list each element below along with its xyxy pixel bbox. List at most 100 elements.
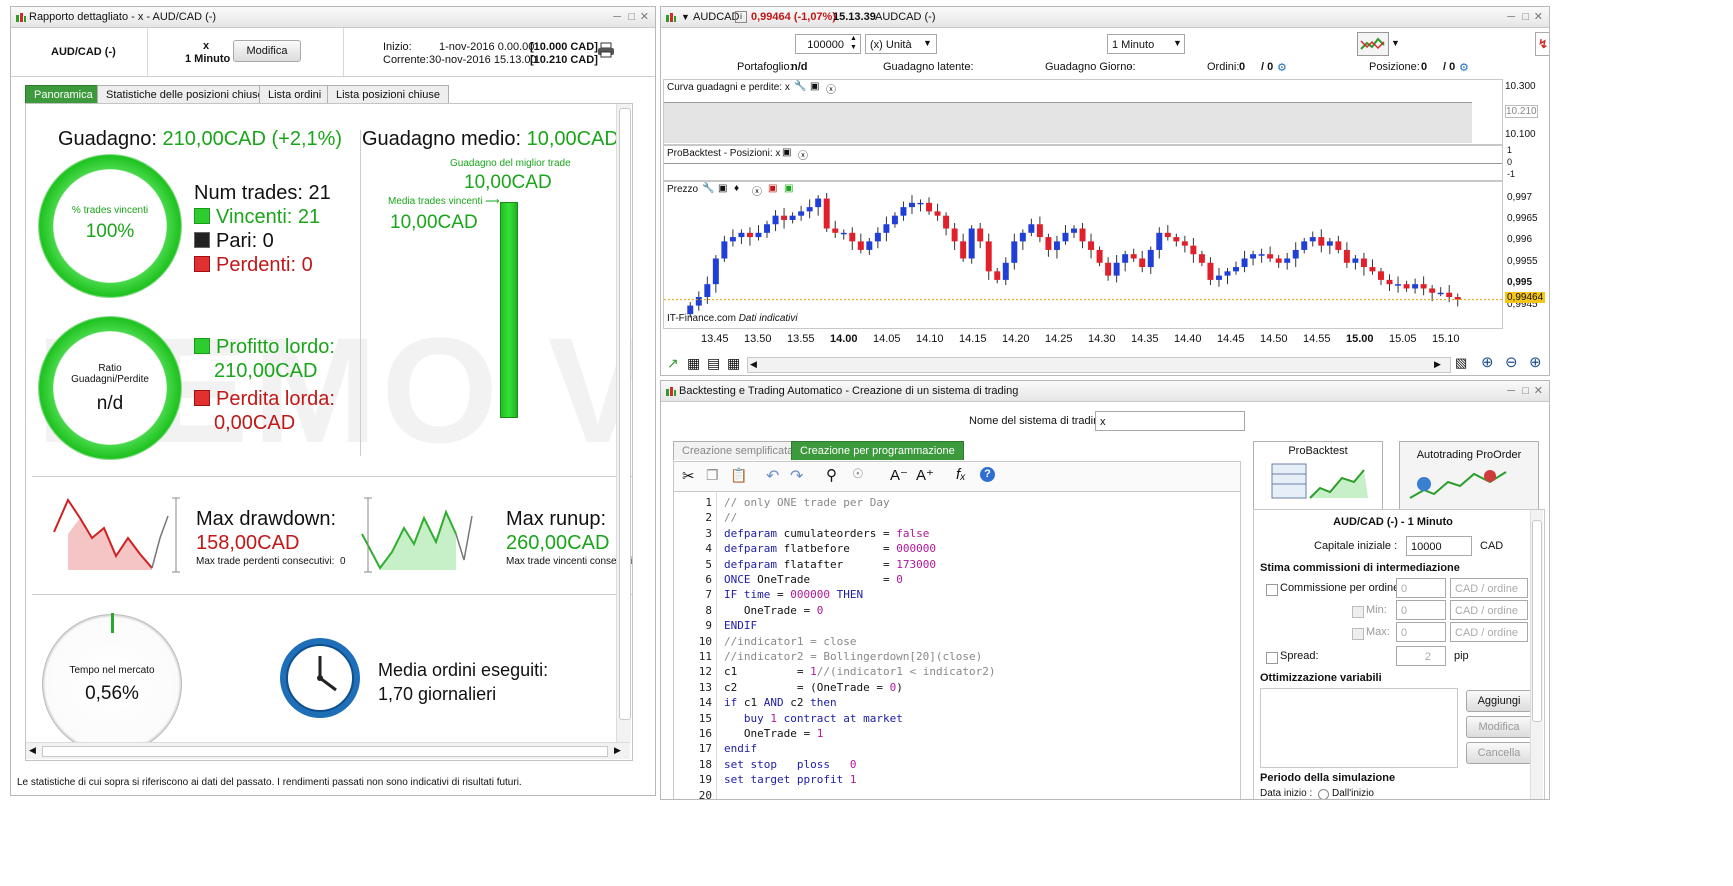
candle bbox=[695, 297, 702, 306]
chart-tool-icon[interactable] bbox=[1357, 32, 1389, 56]
undo-icon[interactable]: ↶ bbox=[766, 466, 779, 486]
cut-icon[interactable]: ✂ bbox=[682, 467, 695, 485]
position-tick: -1 bbox=[1507, 169, 1516, 179]
compare-icon[interactable]: ▦ bbox=[687, 355, 700, 372]
chevron-down-icon[interactable]: ▼ bbox=[923, 38, 932, 48]
buy-icon[interactable]: ▣ bbox=[784, 183, 793, 194]
tab-closed-positions[interactable]: Lista posizioni chiuse bbox=[327, 85, 449, 104]
zoom-out-icon[interactable]: ⊖ bbox=[1505, 353, 1518, 371]
commission-checkbox[interactable] bbox=[1266, 584, 1278, 596]
zoom-fit-icon[interactable]: ⊕ bbox=[1481, 353, 1494, 371]
line-number: 12 bbox=[698, 665, 712, 679]
close-icon[interactable]: ✕ bbox=[1534, 381, 1543, 401]
minimize-icon[interactable]: ─ bbox=[1507, 7, 1515, 27]
line-number: 2 bbox=[705, 511, 712, 525]
code-line: //indicator1 = close bbox=[724, 634, 857, 648]
export-icon[interactable]: ↗ bbox=[667, 355, 679, 372]
modify-button[interactable]: Modifica bbox=[233, 40, 301, 62]
print-icon[interactable] bbox=[597, 42, 615, 61]
spread-checkbox[interactable] bbox=[1266, 652, 1278, 664]
settings-gear-icon[interactable]: ⚙ bbox=[1277, 61, 1287, 74]
function-icon[interactable]: fₓ bbox=[956, 466, 966, 483]
chevron-down-icon[interactable]: ▼ bbox=[1391, 38, 1400, 48]
code-editor[interactable]: 1 // only ONE trade per Day 2 // 3 defparam c… bbox=[673, 491, 1241, 799]
settings-gear-icon[interactable]: ⚙ bbox=[1459, 61, 1469, 74]
minimize-icon[interactable]: ─ bbox=[613, 7, 621, 27]
zoom-in-icon[interactable]: ⊕ bbox=[1529, 353, 1542, 371]
instrument-label: AUD/CAD (-) bbox=[51, 46, 116, 58]
wrench-icon[interactable]: 🔧 bbox=[794, 81, 806, 92]
close-circle-icon[interactable]: ⓧ bbox=[752, 183, 762, 198]
candle bbox=[1437, 292, 1444, 295]
maximize-icon[interactable]: □ bbox=[628, 7, 635, 27]
delete-variable-button[interactable]: Cancella bbox=[1466, 742, 1532, 764]
candle bbox=[1335, 241, 1342, 250]
chevron-down-icon[interactable]: ▼ bbox=[1173, 38, 1182, 48]
capital-input[interactable]: 10000 bbox=[1406, 536, 1472, 556]
info-icon[interactable]: i bbox=[735, 11, 747, 23]
position-value: 0 bbox=[1421, 61, 1428, 73]
calculator-icon[interactable]: ▤ bbox=[707, 355, 720, 372]
window-icon[interactable]: ▣ bbox=[810, 81, 819, 92]
candle bbox=[1343, 249, 1350, 263]
candle bbox=[1403, 284, 1410, 289]
commission-unit-select[interactable]: CAD / ordine bbox=[1450, 578, 1528, 598]
horizontal-scrollbar[interactable]: ◀ ▶ bbox=[26, 742, 630, 759]
bell-icon[interactable]: ♦ bbox=[734, 183, 739, 194]
search-icon[interactable]: ⚲ bbox=[826, 466, 837, 484]
settings-scrollbar[interactable] bbox=[1530, 510, 1543, 799]
max-unit-select[interactable]: CAD / ordine bbox=[1450, 622, 1528, 642]
tab-proorder[interactable]: Autotrading ProOrder bbox=[1399, 441, 1539, 510]
line-number: 9 bbox=[705, 619, 712, 633]
time-tick: 14.20 bbox=[1002, 333, 1030, 345]
min-input[interactable]: 0 bbox=[1396, 600, 1446, 620]
add-variable-button[interactable]: Aggiungi bbox=[1466, 690, 1532, 712]
window-icon[interactable]: ▣ bbox=[718, 183, 727, 194]
commission-input[interactable]: 0 bbox=[1396, 578, 1446, 598]
indicator-icon[interactable]: ▦ bbox=[727, 355, 740, 372]
close-circle-icon[interactable]: ⓧ bbox=[826, 81, 836, 96]
comment-icon[interactable]: ☉ bbox=[852, 466, 864, 482]
max-input[interactable]: 0 bbox=[1396, 622, 1446, 642]
min-unit-select[interactable]: CAD / ordine bbox=[1450, 600, 1528, 620]
chart-scrollbar[interactable]: ◀ ▶ bbox=[747, 357, 1451, 373]
tab-simplified[interactable]: Creazione semplificata bbox=[673, 441, 803, 460]
max-drawdown-value: 158,00CAD bbox=[196, 532, 300, 554]
close-icon[interactable]: ✕ bbox=[640, 7, 649, 27]
spread-input[interactable]: 2 bbox=[1396, 646, 1446, 666]
last-price-badge: 0,99464 bbox=[1505, 291, 1546, 303]
maximize-icon[interactable]: □ bbox=[1522, 381, 1529, 401]
min-checkbox[interactable] bbox=[1352, 606, 1364, 618]
copy-icon[interactable]: ❐ bbox=[706, 467, 719, 484]
tab-closed-stats[interactable]: Statistiche delle posizioni chiuse bbox=[97, 85, 273, 104]
tab-order-list[interactable]: Lista ordini bbox=[259, 85, 331, 104]
dropdown-arrow-icon[interactable]: ▼ bbox=[681, 7, 690, 27]
candle bbox=[849, 232, 856, 242]
tab-probacktest[interactable]: ProBacktest bbox=[1253, 441, 1383, 510]
sell-icon[interactable]: ▣ bbox=[768, 183, 777, 194]
close-circle-icon[interactable]: ⓧ bbox=[798, 147, 808, 162]
system-name-input[interactable]: x bbox=[1095, 411, 1245, 431]
vertical-scrollbar[interactable] bbox=[616, 104, 631, 742]
minimize-icon[interactable]: ─ bbox=[1507, 381, 1515, 401]
font-decrease-icon[interactable]: A⁻ bbox=[890, 466, 908, 484]
max-checkbox[interactable] bbox=[1352, 628, 1364, 640]
maximize-icon[interactable]: □ bbox=[1522, 7, 1529, 27]
quantity-stepper-icon[interactable]: ▲ ▼ bbox=[850, 34, 857, 52]
tab-panoramica[interactable]: Panoramica bbox=[25, 85, 102, 104]
optimization-list[interactable] bbox=[1260, 688, 1458, 768]
tab-programming[interactable]: Creazione per programmazione bbox=[791, 441, 964, 460]
wrench-icon[interactable]: 🔧 bbox=[702, 183, 714, 194]
quick-trade-icon[interactable]: ↯ bbox=[1535, 32, 1549, 56]
from-start-radio[interactable] bbox=[1318, 789, 1329, 799]
close-icon[interactable]: ✕ bbox=[1534, 7, 1543, 27]
paste-icon[interactable]: 📋 bbox=[730, 467, 747, 484]
window-icon[interactable]: ▣ bbox=[782, 147, 791, 158]
settings-instrument: AUD/CAD (-) - 1 Minuto bbox=[1333, 516, 1453, 528]
candle bbox=[712, 258, 719, 285]
help-icon[interactable]: ? bbox=[980, 467, 995, 482]
modify-variable-button[interactable]: Modifica bbox=[1466, 716, 1532, 738]
font-increase-icon[interactable]: A⁺ bbox=[916, 466, 934, 484]
redo-icon[interactable]: ↷ bbox=[790, 466, 803, 486]
lock-icon[interactable]: ▧ bbox=[1455, 355, 1467, 371]
